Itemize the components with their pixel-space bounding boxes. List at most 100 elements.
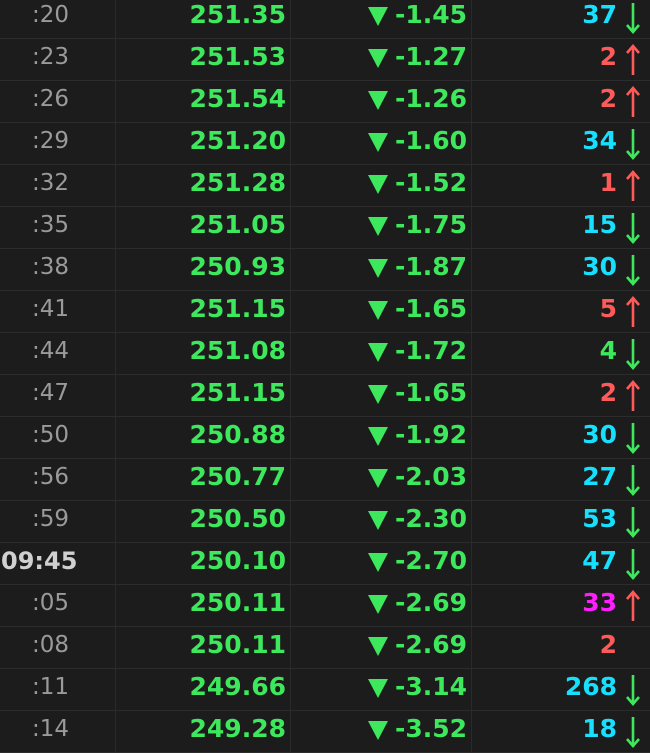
time-cell: :59 bbox=[0, 501, 116, 542]
time-cell: :23 bbox=[0, 39, 116, 80]
up-arrow-icon bbox=[626, 85, 640, 119]
price-value: 251.08 bbox=[189, 336, 286, 365]
price-value: 250.93 bbox=[189, 252, 286, 281]
trade-row[interactable]: :32 251.28 -1.52 1 bbox=[0, 165, 650, 207]
price-cell: 251.28 bbox=[116, 165, 291, 206]
volume-value: 53 bbox=[582, 504, 617, 533]
change-cell: -1.52 bbox=[291, 165, 472, 206]
change-value: -2.69 bbox=[394, 630, 467, 659]
price-cell: 251.15 bbox=[116, 291, 291, 332]
down-triangle-icon bbox=[368, 91, 388, 110]
volume-value: 30 bbox=[582, 420, 617, 449]
price-value: 249.28 bbox=[189, 714, 286, 743]
time-cell: :38 bbox=[0, 249, 116, 290]
time-cell: :20 bbox=[0, 0, 116, 38]
price-cell: 250.11 bbox=[116, 627, 291, 668]
time-label: :26 bbox=[31, 86, 69, 112]
up-arrow-icon bbox=[626, 169, 640, 203]
trade-row[interactable]: :26 251.54 -1.26 2 bbox=[0, 81, 650, 123]
time-cell: :32 bbox=[0, 165, 116, 206]
volume-value: 27 bbox=[582, 462, 617, 491]
change-value: -1.65 bbox=[394, 378, 467, 407]
down-triangle-icon bbox=[368, 511, 388, 530]
volume-cell: 2 bbox=[472, 81, 650, 122]
trade-row[interactable]: :47 251.15 -1.65 2 bbox=[0, 375, 650, 417]
down-triangle-icon bbox=[368, 217, 388, 236]
down-triangle-icon bbox=[368, 469, 388, 488]
volume-cell: 47 bbox=[472, 543, 650, 584]
volume-cell: 15 bbox=[472, 207, 650, 248]
change-value: -2.03 bbox=[394, 462, 467, 491]
price-value: 250.10 bbox=[189, 546, 286, 575]
price-value: 250.88 bbox=[189, 420, 286, 449]
trade-row[interactable]: :59 250.50 -2.30 53 bbox=[0, 501, 650, 543]
trade-row[interactable]: 09:45 250.10 -2.70 47 bbox=[0, 543, 650, 585]
change-value: -1.92 bbox=[394, 420, 467, 449]
change-value: -2.69 bbox=[394, 588, 467, 617]
trade-row[interactable]: :14 249.28 -3.52 18 bbox=[0, 711, 650, 753]
change-cell: -1.26 bbox=[291, 81, 472, 122]
time-cell: :05 bbox=[0, 585, 116, 626]
trade-row[interactable]: :41 251.15 -1.65 5 bbox=[0, 291, 650, 333]
change-cell: -1.65 bbox=[291, 375, 472, 416]
time-label: :08 bbox=[31, 632, 69, 658]
change-value: -1.45 bbox=[394, 0, 467, 29]
price-cell: 249.66 bbox=[116, 669, 291, 710]
trade-row[interactable]: :08 250.11 -2.69 2 bbox=[0, 627, 650, 669]
price-value: 251.15 bbox=[189, 294, 286, 323]
volume-value: 2 bbox=[599, 42, 617, 71]
change-value: -1.65 bbox=[394, 294, 467, 323]
trade-row[interactable]: :05 250.11 -2.69 33 bbox=[0, 585, 650, 627]
volume-cell: 268 bbox=[472, 669, 650, 710]
price-cell: 251.20 bbox=[116, 123, 291, 164]
time-cell: :50 bbox=[0, 417, 116, 458]
price-cell: 250.88 bbox=[116, 417, 291, 458]
time-cell: 09:45 bbox=[0, 543, 116, 584]
trade-row[interactable]: :23 251.53 -1.27 2 bbox=[0, 39, 650, 81]
change-cell: -1.92 bbox=[291, 417, 472, 458]
change-cell: -2.70 bbox=[291, 543, 472, 584]
volume-cell: 5 bbox=[472, 291, 650, 332]
price-cell: 250.77 bbox=[116, 459, 291, 500]
up-arrow-icon bbox=[626, 43, 640, 77]
trade-row[interactable]: :11 249.66 -3.14 268 bbox=[0, 669, 650, 711]
price-value: 250.77 bbox=[189, 462, 286, 491]
volume-value: 4 bbox=[599, 336, 617, 365]
time-label: :20 bbox=[31, 2, 69, 28]
down-triangle-icon bbox=[368, 427, 388, 446]
down-arrow-icon bbox=[626, 211, 640, 245]
trade-row[interactable]: :35 251.05 -1.75 15 bbox=[0, 207, 650, 249]
price-cell: 251.05 bbox=[116, 207, 291, 248]
price-value: 250.11 bbox=[189, 630, 286, 659]
volume-cell: 27 bbox=[472, 459, 650, 500]
change-cell: -2.69 bbox=[291, 627, 472, 668]
time-label: :47 bbox=[31, 380, 69, 406]
down-triangle-icon bbox=[368, 721, 388, 740]
trade-row[interactable]: :29 251.20 -1.60 34 bbox=[0, 123, 650, 165]
trade-row[interactable]: :50 250.88 -1.92 30 bbox=[0, 417, 650, 459]
up-arrow-icon bbox=[626, 295, 640, 329]
time-cell: :14 bbox=[0, 711, 116, 752]
trade-row[interactable]: :44 251.08 -1.72 4 bbox=[0, 333, 650, 375]
price-cell: 250.10 bbox=[116, 543, 291, 584]
time-label: :35 bbox=[31, 212, 69, 238]
time-label: :29 bbox=[31, 128, 69, 154]
time-label: :56 bbox=[31, 464, 69, 490]
price-value: 249.66 bbox=[189, 672, 286, 701]
time-cell: :08 bbox=[0, 627, 116, 668]
down-triangle-icon bbox=[368, 385, 388, 404]
trade-row[interactable]: :20 251.35 -1.45 37 bbox=[0, 0, 650, 39]
trade-row[interactable]: :56 250.77 -2.03 27 bbox=[0, 459, 650, 501]
time-label: :32 bbox=[31, 170, 69, 196]
volume-cell: 30 bbox=[472, 249, 650, 290]
price-cell: 250.93 bbox=[116, 249, 291, 290]
time-cell: :44 bbox=[0, 333, 116, 374]
change-cell: -2.03 bbox=[291, 459, 472, 500]
down-triangle-icon bbox=[368, 553, 388, 572]
down-arrow-icon bbox=[626, 463, 640, 497]
change-cell: -1.45 bbox=[291, 0, 472, 38]
volume-value: 1 bbox=[599, 168, 617, 197]
trade-row[interactable]: :38 250.93 -1.87 30 bbox=[0, 249, 650, 291]
volume-cell: 18 bbox=[472, 711, 650, 752]
price-value: 251.15 bbox=[189, 378, 286, 407]
